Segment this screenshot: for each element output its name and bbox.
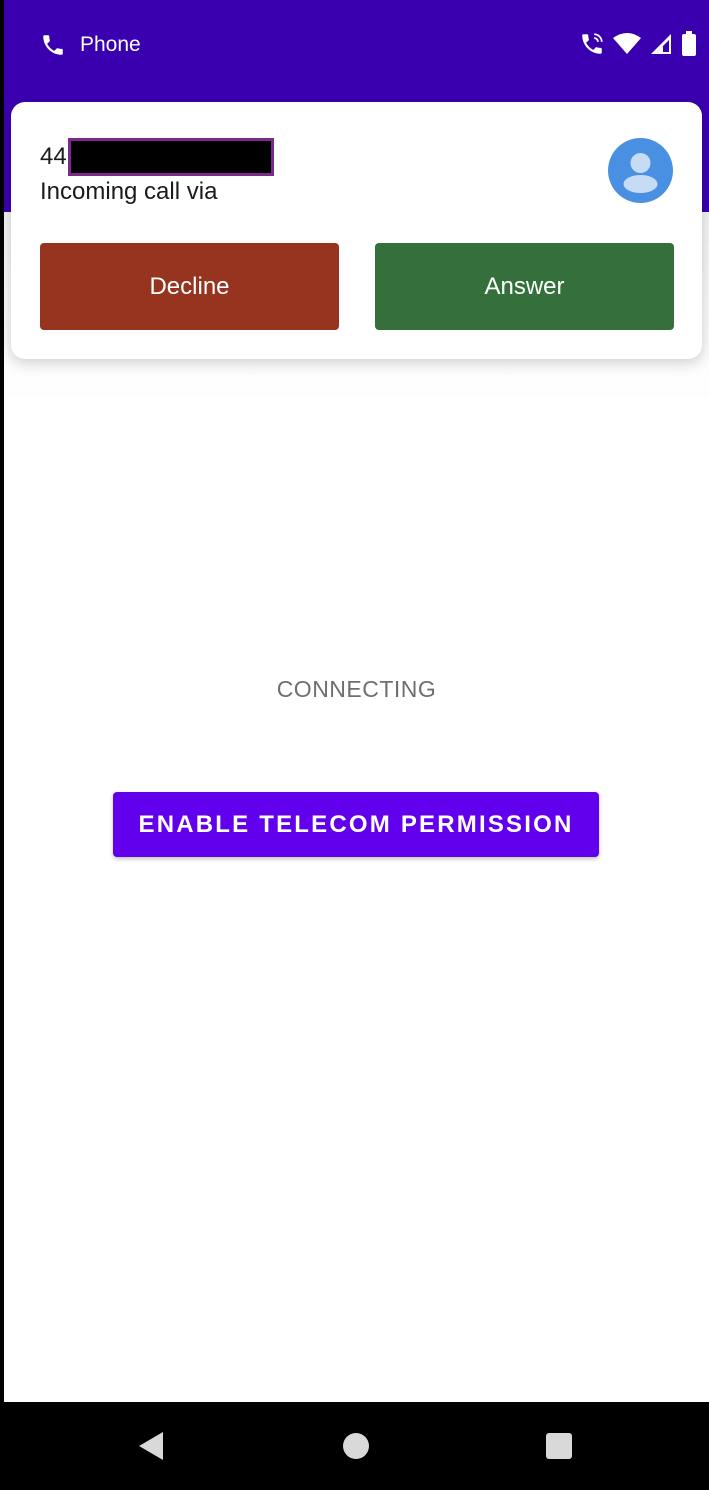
caller-number-prefix: 44 — [40, 143, 67, 170]
navigation-bar — [4, 1402, 709, 1490]
recents-icon — [546, 1433, 572, 1459]
redaction-box — [67, 138, 274, 176]
wifi-calling-icon — [582, 33, 603, 54]
answer-button[interactable]: Answer — [375, 243, 674, 330]
wifi-icon — [613, 33, 641, 54]
caller-avatar — [608, 138, 673, 203]
home-icon — [343, 1433, 369, 1459]
status-icons — [579, 30, 697, 58]
enable-telecom-permission-button[interactable]: ENABLE TELECOM PERMISSION — [113, 792, 599, 857]
back-icon — [139, 1432, 163, 1460]
status-app-name: Phone — [80, 33, 141, 56]
decline-button[interactable]: Decline — [40, 243, 339, 330]
incoming-call-notification[interactable]: 44 Incoming call via Decline Answer — [11, 102, 702, 359]
recents-button[interactable] — [543, 1430, 575, 1462]
signal-icon — [651, 34, 671, 54]
back-button[interactable] — [135, 1430, 167, 1462]
person-icon — [623, 153, 658, 193]
caller-number: 44 — [40, 138, 274, 176]
phone-screen: Phone 44 Incoming call via Decline Answe… — [4, 0, 709, 1490]
status-app-indicator: Phone — [40, 30, 141, 60]
battery-icon — [682, 31, 696, 56]
incoming-call-subtitle: Incoming call via — [40, 178, 218, 205]
home-button[interactable] — [340, 1430, 372, 1462]
call-status-text: CONNECTING — [276, 676, 437, 702]
phone-icon — [43, 35, 63, 55]
